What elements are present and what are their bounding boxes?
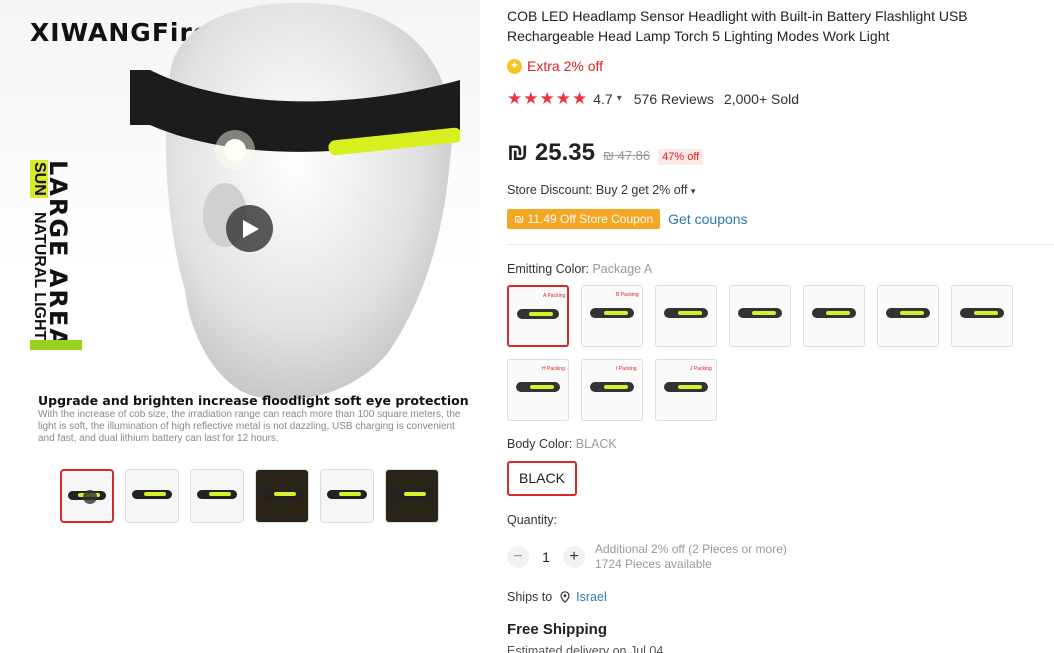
variant-option[interactable] — [729, 285, 791, 347]
thumbnail-2[interactable] — [125, 469, 179, 523]
thumbnail-3[interactable] — [190, 469, 244, 523]
store-coupon[interactable]: ₪ 11.49 Off Store Coupon — [507, 209, 661, 229]
variant-tag: H Packing — [542, 366, 565, 372]
variant-tag: B Packing — [616, 292, 639, 298]
star-icon: ★ — [539, 89, 555, 108]
ships-to-country[interactable]: Israel — [576, 590, 607, 604]
discount-badge: 47% off — [658, 149, 704, 165]
chevron-down-icon: ▾ — [690, 186, 696, 196]
variant-option[interactable]: J Packing — [655, 359, 717, 421]
quantity-decrease-button[interactable]: − — [507, 546, 529, 568]
extra-discount: ✦ Extra 2% off — [507, 58, 603, 74]
location-pin-icon — [560, 591, 570, 603]
variant-option[interactable]: B Packing — [581, 285, 643, 347]
variant-option[interactable]: I Packing — [581, 359, 643, 421]
star-icon: ★ — [572, 89, 588, 108]
accent-bar — [30, 340, 82, 350]
emitting-color-title: Emitting Color: — [507, 262, 593, 276]
thumbnail-1[interactable] — [60, 469, 114, 523]
estimated-delivery: Estimated delivery on Jul 04 — [507, 644, 664, 653]
ships-to-row: Ships to Israel — [507, 590, 607, 604]
sun-text: SUN — [30, 160, 48, 198]
image-headline: Upgrade and brighten increase floodlight… — [38, 393, 469, 408]
quantity-increase-button[interactable]: + — [563, 546, 585, 568]
large-area-text: LARGE AREA — [44, 160, 72, 349]
thumbnail-6[interactable] — [385, 469, 439, 523]
stock-available: 1724 Pieces available — [595, 557, 712, 571]
body-color-label: Body Color: BLACK — [507, 437, 617, 451]
store-discount-label: Store Discount: Buy 2 get 2% off — [507, 183, 688, 197]
ships-to-label: Ships to — [507, 590, 553, 604]
play-video-button[interactable] — [226, 205, 273, 252]
coin-icon: ✦ — [507, 58, 522, 74]
body-color-selected: BLACK — [575, 437, 617, 451]
variant-tag: J Packing — [690, 366, 712, 372]
quantity-note: Additional 2% off (2 Pieces or more) 172… — [595, 542, 787, 572]
variant-option[interactable]: A Packing — [507, 285, 569, 347]
extra-discount-label: Extra 2% off — [527, 58, 604, 74]
product-gallery: XIWANGFire LARGE AREA SUN NATURAL LIGHT … — [0, 0, 490, 653]
star-icon: ★ — [523, 89, 539, 108]
emitting-color-selected: Package A — [592, 262, 653, 276]
free-shipping: Free Shipping — [507, 621, 608, 638]
quantity-stepper: − 1 + Additional 2% off (2 Pieces or mor… — [507, 542, 787, 572]
thumbnail-4[interactable] — [255, 469, 309, 523]
quantity-label: Quantity: — [507, 513, 558, 527]
sold-count: 2,000+ Sold — [723, 90, 800, 107]
emitting-color-options: A Packing B Packing H Packing I Packing … — [507, 285, 1027, 421]
thumbnail-5[interactable] — [320, 469, 374, 523]
rating-value[interactable]: 4.7 — [593, 91, 612, 107]
play-icon — [243, 220, 259, 238]
model-head-illustration — [130, 2, 460, 400]
divider — [507, 244, 1054, 245]
variant-option[interactable]: H Packing — [507, 359, 569, 421]
variant-option[interactable] — [655, 285, 717, 347]
image-description: With the increase of cob size, the irrad… — [38, 409, 461, 444]
bulk-discount-note: Additional 2% off (2 Pieces or more) — [595, 542, 787, 556]
store-discount[interactable]: Store Discount: Buy 2 get 2% off ▾ — [507, 183, 695, 197]
thumbnail-strip — [60, 469, 439, 523]
main-product-image[interactable]: XIWANGFire LARGE AREA SUN NATURAL LIGHT … — [0, 0, 480, 460]
star-icon: ★ — [555, 89, 571, 108]
rating-row: ★ ★ ★ ★ ★ 4.7 ▾ 576 Reviews 2,000+ Sold — [507, 90, 799, 107]
body-color-black-button[interactable]: BLACK — [507, 461, 577, 496]
reviews-link[interactable]: 576 Reviews — [634, 91, 714, 107]
emitting-color-label: Emitting Color: Package A — [507, 262, 652, 276]
play-icon — [83, 490, 97, 504]
natural-light-text: NATURAL LIGHT — [31, 212, 48, 341]
star-icon: ★ — [507, 89, 523, 108]
product-title: COB LED Headlamp Sensor Headlight with B… — [507, 8, 968, 44]
get-coupons-link[interactable]: Get coupons — [668, 211, 747, 227]
price-row: ₪ 25.35 ₪ 47.86 47% off — [507, 139, 704, 167]
variant-option[interactable] — [951, 285, 1013, 347]
star-rating: ★ ★ ★ ★ ★ — [507, 90, 587, 107]
coupon-row: ₪ 11.49 Off Store Coupon Get coupons — [507, 209, 748, 229]
body-color-title: Body Color: — [507, 437, 576, 451]
current-price: ₪ 25.35 — [507, 139, 595, 166]
variant-option[interactable] — [803, 285, 865, 347]
quantity-value[interactable]: 1 — [529, 549, 563, 565]
chevron-down-icon[interactable]: ▾ — [617, 93, 622, 104]
variant-tag: A Packing — [543, 293, 566, 299]
original-price: ₪ 47.86 — [602, 148, 651, 163]
variant-tag: I Packing — [616, 366, 637, 372]
variant-option[interactable] — [877, 285, 939, 347]
